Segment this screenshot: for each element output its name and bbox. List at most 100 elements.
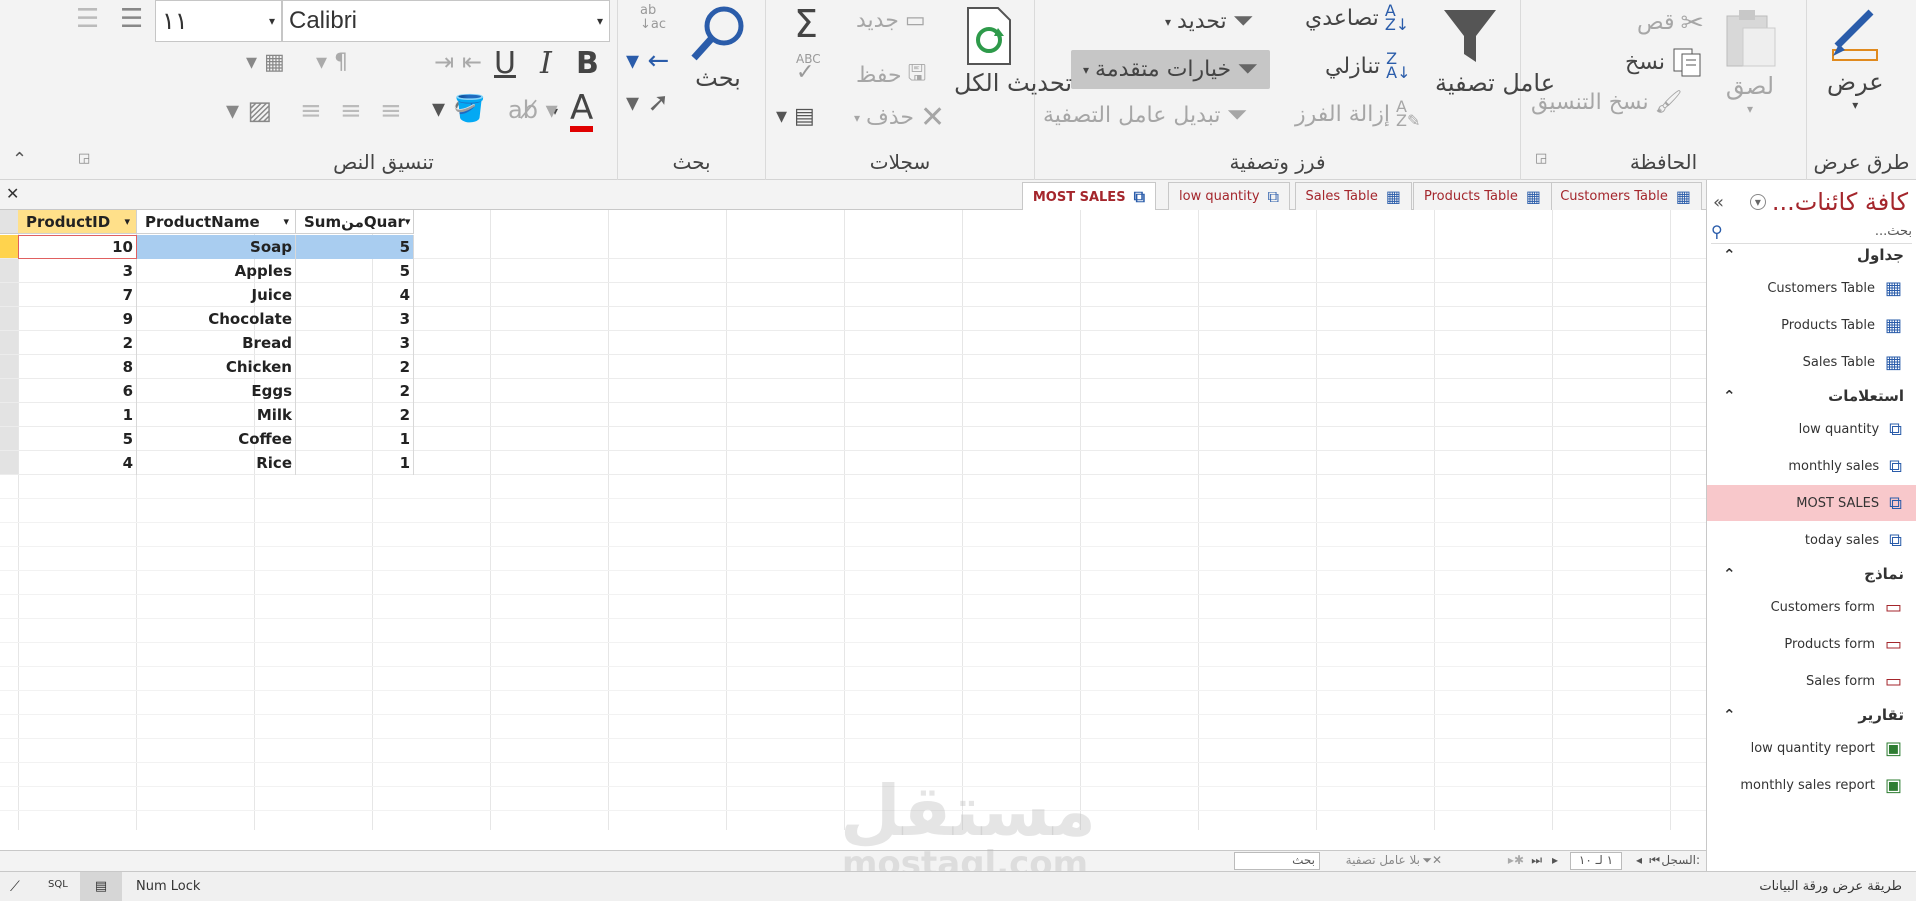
nav-item[interactable]: MOST SALES ⧉ [1707,485,1916,521]
selection-button[interactable]: ▾ تحديد ⏷ [1165,6,1253,37]
chevron-down-icon[interactable]: ▾ [124,215,130,228]
more-records-icon[interactable]: ▾ ▤ [776,104,815,129]
table-cell[interactable]: Chicken [137,355,296,379]
chevron-down-icon[interactable]: ▾ [405,215,411,228]
align-left-icon[interactable]: ≡ [300,96,322,126]
table-cell[interactable]: Rice [137,451,296,475]
alt-row-color-icon[interactable]: ▾ ▨ [226,96,272,126]
row-selector[interactable] [0,307,18,331]
table-cell[interactable]: 1 [18,403,137,427]
collapse-icon[interactable]: ⌃ [1723,246,1736,264]
dialog-launcher-icon[interactable]: ◲ [78,151,90,166]
cut-button[interactable]: قص ✂ [1637,6,1704,39]
italic-button[interactable]: I [540,46,552,81]
column-header[interactable]: ProductID ▾ [18,210,137,234]
nav-section-header[interactable]: ⌃ تقارير [1707,702,1916,728]
nav-pane-header[interactable]: « ▾ كافة كائنات... [1713,186,1908,218]
design-view-icon[interactable]: ⟋ [10,879,20,895]
save-record-button[interactable]: حفظ 🖫 [856,56,926,94]
chevron-down-icon[interactable]: ▾ [1749,194,1766,210]
collapse-icon[interactable]: ⌃ [1723,387,1736,405]
nav-item[interactable]: Sales form ▭ [1707,663,1916,699]
new-record-button[interactable]: جديد ▭ [856,8,926,33]
table-cell[interactable]: Coffee [137,427,296,451]
table-cell[interactable]: 1 [296,427,414,451]
column-header[interactable]: SumمنQuar ▾ [296,210,414,234]
datasheet-view-icon[interactable]: ▤ [80,872,122,901]
copy-button[interactable]: نسخ [1625,46,1703,78]
ascending-button[interactable]: تصاعدي A Z↓ [1305,3,1409,33]
row-selector[interactable] [0,403,18,427]
record-search-box[interactable]: بحث [1234,852,1320,870]
collapse-ribbon-icon[interactable]: ⌃ [12,149,27,170]
select-all-corner[interactable] [0,210,18,234]
select-cursor-icon[interactable]: ▾ ➚ [626,88,669,118]
record-position[interactable]: ١ لـ ١٠ [1570,852,1622,870]
no-filter-icon[interactable]: ⏷✕ [1422,853,1442,868]
nav-item[interactable]: Sales Table ▦ [1707,344,1916,380]
bold-button[interactable]: B [576,46,599,81]
table-cell[interactable]: 1 [296,451,414,475]
last-record-icon[interactable]: ⏭ [1531,853,1542,868]
nav-item[interactable]: Customers Table ▦ [1707,270,1916,306]
font-color-button[interactable]: A [570,90,594,132]
row-selector[interactable] [0,379,18,403]
sql-view-button[interactable]: SQL [48,879,68,890]
row-selector[interactable] [0,427,18,451]
table-cell[interactable]: 10 [18,235,137,259]
row-selector[interactable] [0,235,18,259]
table-cell[interactable]: 2 [296,403,414,427]
nav-item[interactable]: low quantity ⧉ [1707,411,1916,447]
nav-section-header[interactable]: ⌃ جداول [1707,242,1916,268]
table-cell[interactable]: 4 [18,451,137,475]
gridlines-icon[interactable]: ▾ ▦ [246,50,285,75]
collapse-icon[interactable]: ⌃ [1723,706,1736,724]
column-header[interactable]: ProductName ▾ [137,210,296,234]
nav-item[interactable]: today sales ⧉ [1707,522,1916,558]
remove-sort-button[interactable]: إزالة الفرز A Z✎ [1295,99,1420,129]
table-cell[interactable]: Eggs [137,379,296,403]
table-cell[interactable]: Milk [137,403,296,427]
advanced-filter-button[interactable]: ▾ خيارات متقدمة ⏷ [1071,50,1270,89]
table-cell[interactable]: 2 [296,379,414,403]
underline-button[interactable]: U [494,46,516,81]
nav-section-header[interactable]: ⌃ استعلامات [1707,383,1916,409]
dialog-launcher-icon[interactable]: ◲ [1535,151,1547,166]
spelling-icon[interactable]: ABC ✓ [796,52,821,84]
align-center-icon[interactable]: ≡ [340,96,362,126]
indent-icon[interactable]: ⇥ ⇤ [434,48,482,76]
collapse-icon[interactable]: ⌃ [1723,565,1736,583]
delete-record-button[interactable]: ▾ حذف ✕ [854,100,945,135]
refresh-all-button[interactable]: تحديث الكل [954,6,1072,98]
table-cell[interactable]: Juice [137,283,296,307]
table-cell[interactable]: 3 [296,307,414,331]
numbering-icon[interactable]: ☰ [76,4,99,34]
align-right-icon[interactable]: ≡ [380,96,402,126]
replace-icon[interactable]: ab ↓ac [640,4,666,32]
nav-item[interactable]: monthly sales report ▣ [1707,767,1916,803]
nav-search-box[interactable]: ⚲ بحث... [1711,220,1912,244]
tab-item[interactable]: MOST SALES ⧉ [1021,182,1156,211]
table-cell[interactable]: 3 [18,259,137,283]
table-cell[interactable]: Bread [137,331,296,355]
table-cell[interactable]: 8 [18,355,137,379]
chevron-down-icon[interactable]: ▾ [283,215,289,228]
goto-icon[interactable]: ▾ ← [626,46,669,76]
shutter-bar-icon[interactable]: « [1713,192,1724,213]
row-selector[interactable] [0,283,18,307]
nav-item[interactable]: low quantity report ▣ [1707,730,1916,766]
table-cell[interactable]: 3 [296,331,414,355]
tab-item[interactable]: Sales Table ▦ [1294,182,1412,210]
next-record-icon[interactable]: ▸ [1552,853,1558,867]
highlight-icon[interactable]: ab̸ ▾ [508,96,558,124]
table-cell[interactable]: Apples [137,259,296,283]
first-record-icon[interactable]: ⏮ [1649,853,1660,868]
sum-icon[interactable]: Σ [794,2,818,46]
table-cell[interactable]: 2 [18,331,137,355]
toggle-filter-button[interactable]: تبديل عامل التصفية ⏷ [1043,100,1247,131]
nav-item[interactable]: monthly sales ⧉ [1707,448,1916,484]
row-selector[interactable] [0,331,18,355]
find-button[interactable]: بحث [688,4,748,92]
prev-record-icon[interactable]: ◂ [1636,853,1642,867]
table-cell[interactable]: 2 [296,355,414,379]
